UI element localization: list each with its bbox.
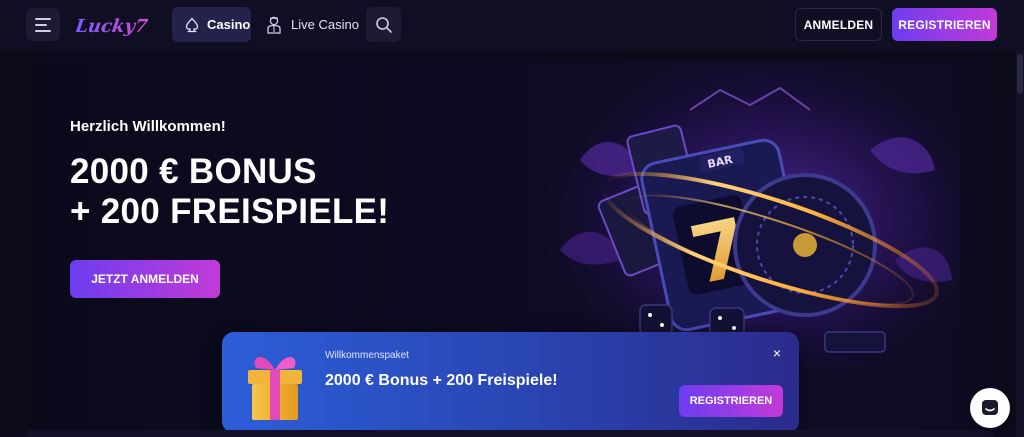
content-divider — [28, 430, 994, 437]
hamburger-line — [35, 17, 51, 20]
headline-line-1: 2000 € BONUS — [70, 152, 317, 191]
nav-tab-live-casino[interactable]: Live Casino — [265, 7, 359, 42]
close-icon[interactable]: × — [770, 346, 784, 360]
register-button[interactable]: REGISTRIEREN — [892, 8, 997, 41]
signup-cta-button[interactable]: JETZT ANMELDEN — [70, 260, 220, 298]
roulette-hub — [793, 233, 817, 257]
dice-pip — [718, 316, 722, 320]
chip-stack — [824, 331, 886, 353]
spade-icon — [185, 17, 199, 32]
slot-machine-illustration: 7 BAR — [540, 70, 960, 370]
nav-label-live-casino: Live Casino — [291, 17, 359, 32]
promo-subtitle: Willkommenspaket — [325, 350, 409, 361]
dealer-icon — [267, 16, 281, 34]
search-button[interactable] — [366, 7, 401, 42]
chat-icon — [982, 400, 998, 415]
logo-text: Lucky7 — [76, 16, 149, 37]
lucky7-logo[interactable]: Lucky7 — [76, 8, 152, 42]
scrollbar[interactable] — [1016, 50, 1024, 437]
headline-line-2: + 200 FREISPIELE! — [70, 192, 390, 231]
hamburger-line — [35, 29, 51, 32]
promo-register-button[interactable]: REGISTRIEREN — [679, 385, 783, 417]
search-icon — [375, 16, 392, 33]
dice-pip — [732, 326, 736, 330]
hero-headline: 2000 € BONUS + 200 FREISPIELE! — [70, 152, 389, 232]
welcome-text: Herzlich Willkommen! — [70, 118, 226, 135]
nav-label-casino: Casino — [207, 17, 251, 32]
chat-button[interactable] — [970, 388, 1010, 428]
promo-title: 2000 € Bonus + 200 Freispiele! — [325, 372, 558, 389]
dice-shape — [639, 304, 673, 336]
login-button[interactable]: ANMELDEN — [795, 8, 882, 41]
welcome-package-popup: Willkommenspaket 2000 € Bonus + 200 Frei… — [222, 332, 799, 433]
hamburger-line — [35, 23, 47, 26]
gift-box-icon — [248, 356, 302, 420]
menu-button[interactable] — [26, 8, 60, 41]
dice-pip — [660, 323, 664, 327]
nav-tab-casino[interactable]: Casino — [172, 7, 251, 42]
scrollbar-thumb[interactable] — [1017, 54, 1023, 94]
top-header: Lucky7 Casino Live Casino ANMELDEN REGIS… — [0, 0, 1024, 50]
dice-pip — [648, 313, 652, 317]
